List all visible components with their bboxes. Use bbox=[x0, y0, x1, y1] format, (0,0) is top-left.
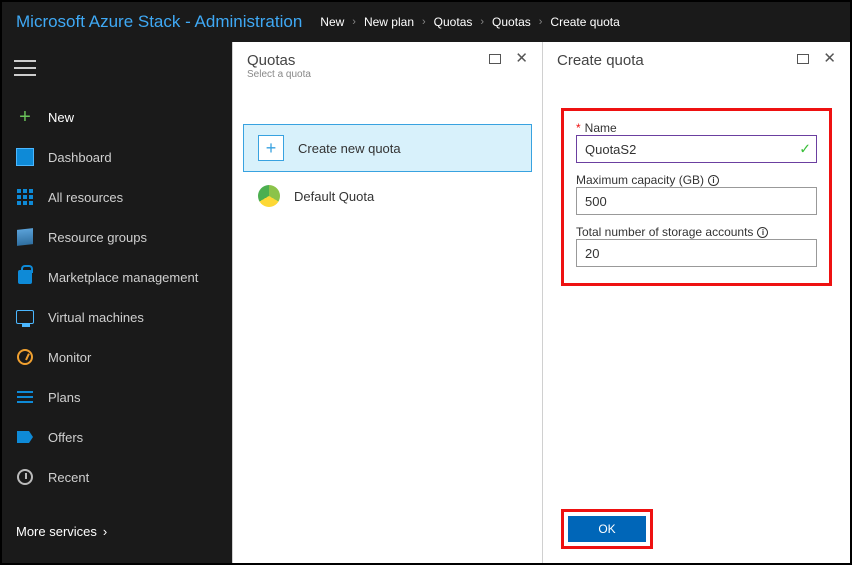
breadcrumb-item[interactable]: Create quota bbox=[550, 15, 619, 29]
name-label: * Name bbox=[576, 121, 817, 135]
sidebar-item-label: New bbox=[48, 110, 74, 125]
close-icon[interactable]: ✕ bbox=[515, 54, 528, 64]
close-icon[interactable]: ✕ bbox=[823, 54, 836, 64]
sidebar-item-label: Recent bbox=[48, 470, 89, 485]
sidebar-item-label: Dashboard bbox=[48, 150, 112, 165]
breadcrumb-item[interactable]: Quotas bbox=[434, 15, 473, 29]
sidebar-item-new[interactable]: + New bbox=[2, 98, 232, 136]
blade-title: Create quota bbox=[557, 52, 644, 69]
cube-icon bbox=[16, 228, 34, 246]
chevron-right-icon: › bbox=[535, 16, 547, 28]
more-services-label: More services bbox=[16, 524, 97, 539]
quota-item-label: Default Quota bbox=[294, 189, 374, 204]
maximize-icon[interactable] bbox=[489, 54, 501, 64]
ok-button[interactable]: OK bbox=[568, 516, 646, 542]
info-icon[interactable]: i bbox=[708, 175, 719, 186]
hamburger-button[interactable] bbox=[2, 48, 232, 88]
list-icon bbox=[16, 388, 34, 406]
sidebar-item-label: All resources bbox=[48, 190, 123, 205]
tag-icon bbox=[16, 428, 34, 446]
grid-icon bbox=[16, 188, 34, 206]
name-input[interactable] bbox=[576, 135, 817, 163]
product-title: Microsoft Azure Stack - Administration bbox=[16, 12, 302, 32]
hamburger-icon bbox=[14, 60, 36, 76]
sidebar-item-label: Offers bbox=[48, 430, 83, 445]
clock-icon bbox=[16, 468, 34, 486]
sidebar-item-label: Plans bbox=[48, 390, 81, 405]
sidebar-item-recent[interactable]: Recent bbox=[2, 458, 232, 496]
accounts-input[interactable] bbox=[576, 239, 817, 267]
quota-item-create-new[interactable]: + Create new quota bbox=[243, 124, 532, 172]
label-text: Name bbox=[585, 121, 617, 135]
sidebar-item-label: Marketplace management bbox=[48, 270, 198, 285]
blade-header: Create quota ✕ bbox=[543, 42, 850, 94]
sidebar-item-monitor[interactable]: Monitor bbox=[2, 338, 232, 376]
sidebar-item-virtual-machines[interactable]: Virtual machines bbox=[2, 298, 232, 336]
more-services-button[interactable]: More services › bbox=[2, 514, 232, 549]
sidebar-item-marketplace[interactable]: Marketplace management bbox=[2, 258, 232, 296]
sidebar-item-all-resources[interactable]: All resources bbox=[2, 178, 232, 216]
blade-subtitle: Select a quota bbox=[247, 69, 311, 80]
monitor-icon bbox=[16, 308, 34, 326]
required-star-icon: * bbox=[576, 121, 581, 135]
quota-item-default[interactable]: Default Quota bbox=[243, 172, 532, 220]
top-bar: Microsoft Azure Stack - Administration N… bbox=[2, 2, 850, 42]
sidebar-item-label: Virtual machines bbox=[48, 310, 144, 325]
breadcrumb: New › New plan › Quotas › Quotas › Creat… bbox=[320, 15, 620, 29]
form-highlight: * Name ✓ Maximum capacity (GB) i bbox=[561, 108, 832, 286]
maximize-icon[interactable] bbox=[797, 54, 809, 64]
chevron-right-icon: › bbox=[348, 16, 360, 28]
ok-highlight: OK bbox=[561, 509, 653, 549]
sidebar-item-dashboard[interactable]: Dashboard bbox=[2, 138, 232, 176]
dashboard-icon bbox=[16, 148, 34, 166]
accounts-label: Total number of storage accounts i bbox=[576, 225, 817, 239]
breadcrumb-item[interactable]: New plan bbox=[364, 15, 414, 29]
breadcrumb-item[interactable]: Quotas bbox=[492, 15, 531, 29]
bag-icon bbox=[16, 268, 34, 286]
sidebar-item-plans[interactable]: Plans bbox=[2, 378, 232, 416]
sidebar-item-label: Resource groups bbox=[48, 230, 147, 245]
gauge-icon bbox=[16, 348, 34, 366]
chevron-right-icon: › bbox=[103, 524, 107, 539]
blade-title: Quotas bbox=[247, 52, 311, 69]
pie-chart-icon bbox=[258, 185, 280, 207]
chevron-right-icon: › bbox=[476, 16, 488, 28]
info-icon[interactable]: i bbox=[757, 227, 768, 238]
blade-header: Quotas Select a quota ✕ bbox=[233, 42, 542, 94]
sidebar-item-offers[interactable]: Offers bbox=[2, 418, 232, 456]
quotas-blade: Quotas Select a quota ✕ + Create new quo… bbox=[232, 42, 542, 563]
chevron-right-icon: › bbox=[418, 16, 430, 28]
capacity-input[interactable] bbox=[576, 187, 817, 215]
sidebar-item-resource-groups[interactable]: Resource groups bbox=[2, 218, 232, 256]
check-icon: ✓ bbox=[799, 141, 811, 158]
breadcrumb-item[interactable]: New bbox=[320, 15, 344, 29]
create-quota-blade: Create quota ✕ * Name bbox=[542, 42, 850, 563]
label-text: Maximum capacity (GB) bbox=[576, 173, 704, 187]
label-text: Total number of storage accounts bbox=[576, 225, 753, 239]
plus-box-icon: + bbox=[258, 135, 284, 161]
sidebar-item-label: Monitor bbox=[48, 350, 91, 365]
capacity-label: Maximum capacity (GB) i bbox=[576, 173, 817, 187]
quota-item-label: Create new quota bbox=[298, 141, 401, 156]
sidebar: + New Dashboard All resources Resource g… bbox=[2, 42, 232, 563]
plus-icon: + bbox=[16, 108, 34, 126]
